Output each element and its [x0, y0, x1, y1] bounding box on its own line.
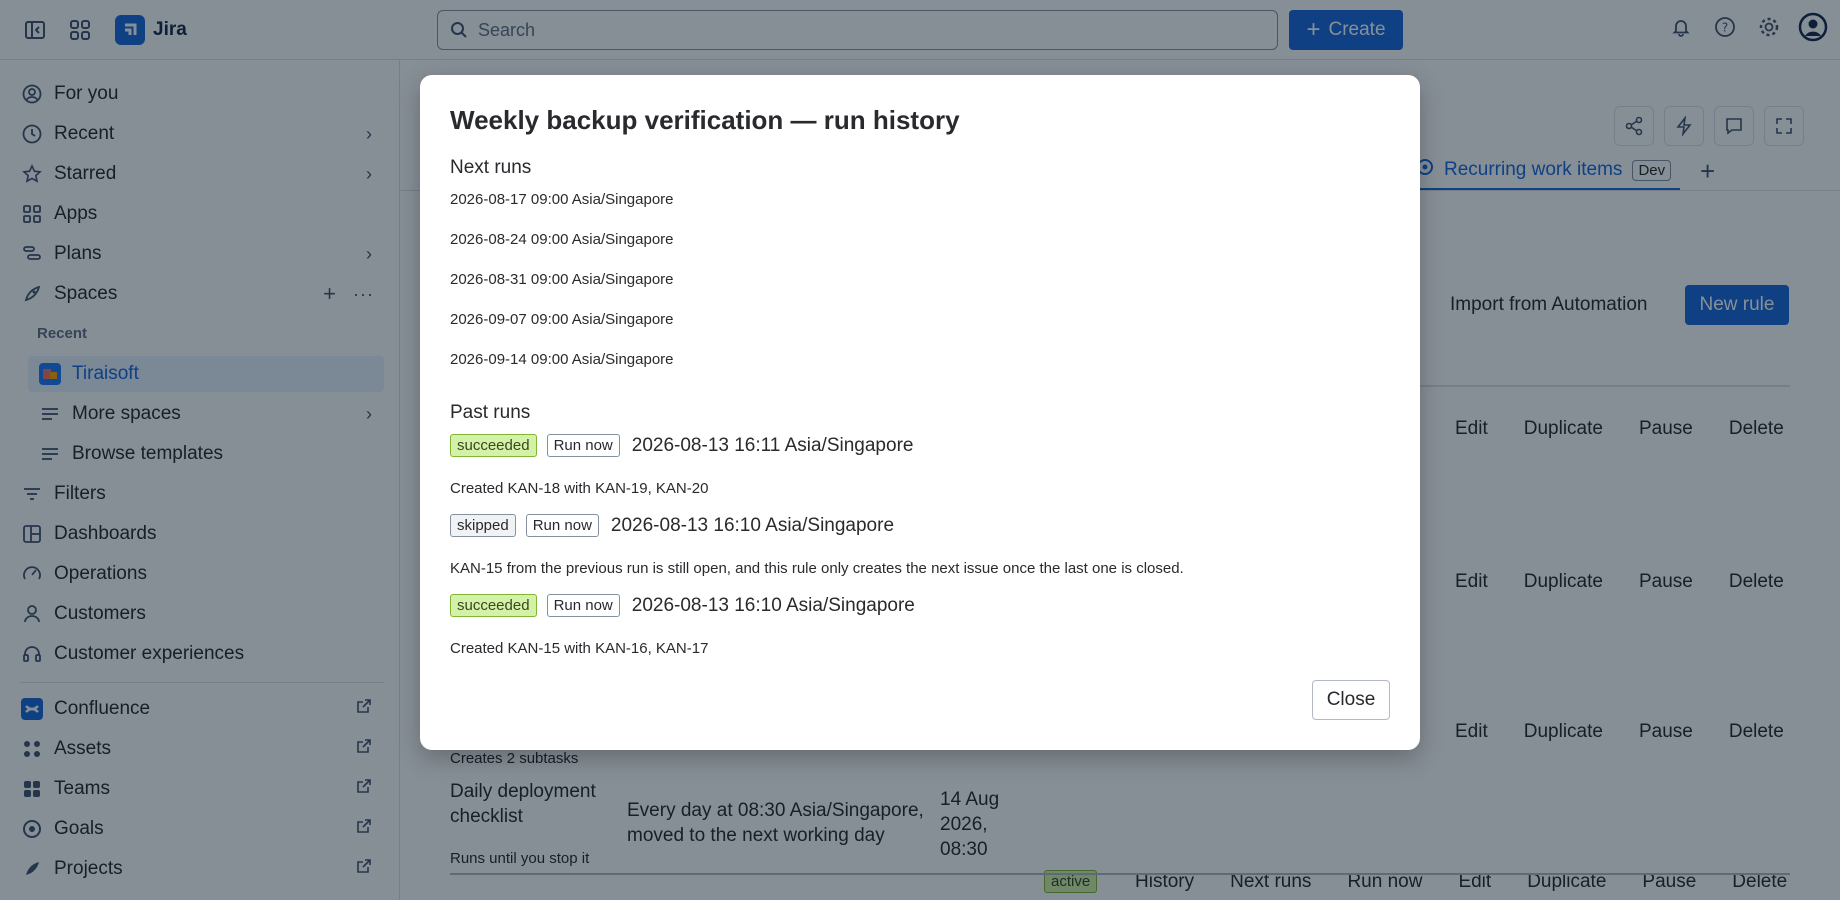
past-run-row: succeeded Run now 2026-08-13 16:11 Asia/… [450, 434, 913, 457]
past-run-row: succeeded Run now 2026-08-13 16:10 Asia/… [450, 594, 915, 617]
run-now-button[interactable]: Run now [546, 594, 620, 617]
run-timestamp: 2026-08-13 16:11 Asia/Singapore [631, 434, 914, 456]
dialog-title: Weekly backup verification — run history [450, 105, 960, 135]
next-runs-heading: Next runs [450, 157, 532, 178]
next-run-item: 2026-09-14 09:00 Asia/Singapore [450, 351, 674, 368]
run-detail: Created KAN-18 with KAN-19, KAN-20 [450, 480, 709, 497]
run-timestamp: 2026-08-13 16:10 Asia/Singapore [631, 594, 915, 616]
status-badge: succeeded [450, 594, 537, 617]
run-detail: KAN-15 from the previous run is still op… [450, 560, 1184, 577]
run-detail: Created KAN-15 with KAN-16, KAN-17 [450, 640, 709, 657]
run-now-button[interactable]: Run now [525, 514, 599, 537]
next-run-item: 2026-08-24 09:00 Asia/Singapore [450, 231, 674, 248]
next-run-item: 2026-08-17 09:00 Asia/Singapore [450, 191, 674, 208]
run-timestamp: 2026-08-13 16:10 Asia/Singapore [610, 514, 895, 536]
close-button[interactable]: Close [1312, 680, 1390, 720]
status-badge: skipped [450, 514, 516, 537]
past-run-row: skipped Run now 2026-08-13 16:10 Asia/Si… [450, 514, 894, 537]
next-run-item: 2026-08-31 09:00 Asia/Singapore [450, 271, 674, 288]
run-now-button[interactable]: Run now [546, 434, 620, 457]
run-history-dialog: Weekly backup verification — run history… [420, 75, 1420, 750]
status-badge: succeeded [450, 434, 537, 457]
past-runs-heading: Past runs [450, 402, 531, 423]
next-run-item: 2026-09-07 09:00 Asia/Singapore [450, 311, 674, 328]
